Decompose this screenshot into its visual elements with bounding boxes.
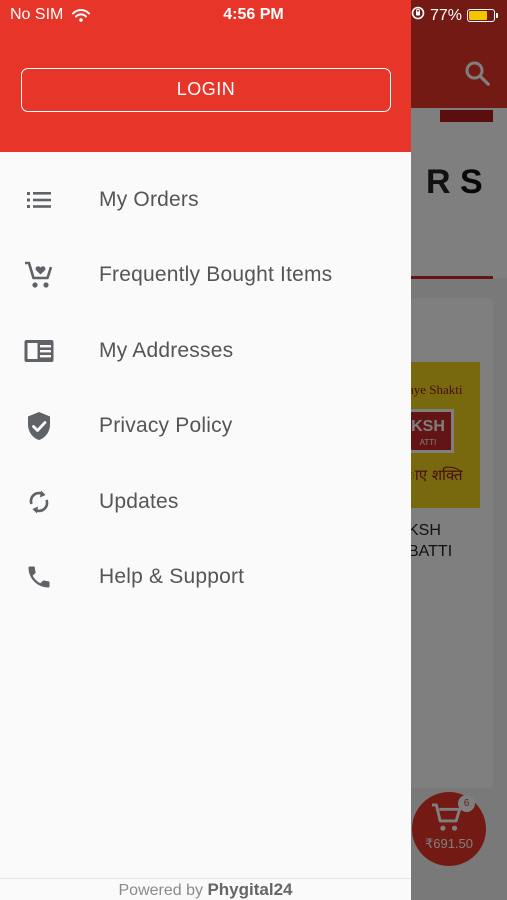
battery-percent: 77% xyxy=(429,6,462,24)
status-bar: No SIM 4:56 PM 77% xyxy=(0,0,507,30)
menu-item-label: My Addresses xyxy=(99,338,234,362)
menu-item-label: Help & Support xyxy=(99,565,245,589)
menu-item-label: Privacy Policy xyxy=(99,414,233,438)
battery-icon xyxy=(467,9,498,22)
battery-level xyxy=(469,11,487,20)
footer-brand: Phygital24 xyxy=(207,880,293,899)
menu-item-privacy-policy[interactable]: Privacy Policy xyxy=(0,389,411,465)
powered-by-footer: Powered by Phygital24 xyxy=(0,878,411,900)
menu-item-my-orders[interactable]: My Orders xyxy=(0,162,411,238)
sync-icon xyxy=(22,485,56,519)
menu-item-label: Updates xyxy=(99,489,179,513)
address-card-icon xyxy=(22,334,56,368)
footer-prefix: Powered by xyxy=(118,882,204,899)
menu-item-updates[interactable]: Updates xyxy=(0,464,411,540)
shield-check-icon xyxy=(22,409,56,443)
menu-item-help-support[interactable]: Help & Support xyxy=(0,540,411,616)
orientation-lock-icon xyxy=(411,6,425,25)
list-icon xyxy=(22,183,56,217)
status-right: 77% xyxy=(411,6,498,25)
drawer-menu: My Orders Frequently Bought Items My Add… xyxy=(0,162,411,615)
cart-heart-icon xyxy=(22,258,56,292)
menu-item-frequently-bought[interactable]: Frequently Bought Items xyxy=(0,238,411,314)
menu-item-my-addresses[interactable]: My Addresses xyxy=(0,313,411,389)
navigation-drawer: LOGIN My Orders Frequently Bought Items … xyxy=(0,0,411,900)
menu-item-label: Frequently Bought Items xyxy=(99,263,333,287)
phone-icon xyxy=(22,560,56,594)
menu-item-label: My Orders xyxy=(99,187,199,211)
login-button[interactable]: LOGIN xyxy=(21,68,391,112)
